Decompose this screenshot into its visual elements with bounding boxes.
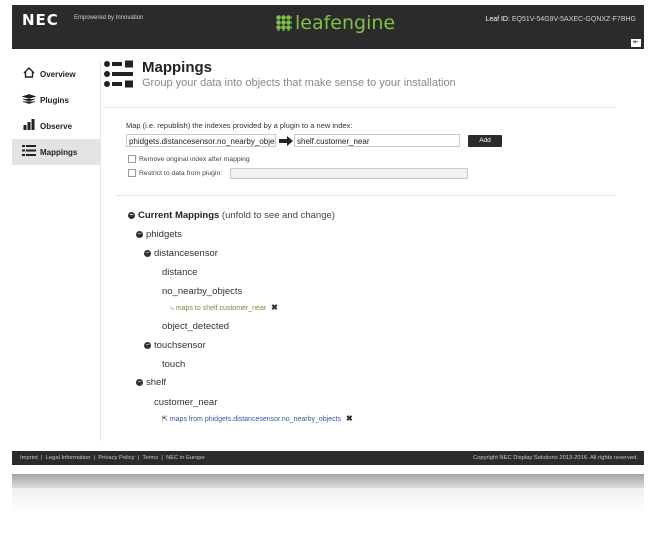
divider (104, 107, 616, 108)
footer-link-imprint[interactable]: Imprint (20, 455, 38, 461)
tree-node-phidgets[interactable]: − phidgets (136, 229, 182, 240)
sidebar-item-label: Plugins (40, 95, 69, 105)
remove-original-checkbox[interactable] (128, 155, 136, 163)
collapse-icon: − (128, 212, 135, 219)
tree-node-label: shelf (146, 377, 167, 388)
leaf-id-label: Leaf ID: (485, 16, 510, 23)
maps-to-prefix: maps to (175, 305, 201, 312)
footer: Imprint | Legal Information | Privacy Po… (12, 451, 644, 465)
sidebar-item-label: Mappings (40, 147, 78, 157)
brand-tagline: Empowered by Innovation (74, 15, 144, 21)
footer-copyright: Copyright NEC Display Solutions 2013-201… (473, 455, 638, 461)
sidebar-item-overview[interactable]: Overview (12, 61, 100, 87)
mappings-icon (104, 60, 136, 88)
mapping-back-arrow-icon: ⇱ (162, 416, 168, 423)
page-header: Mappings Group your data into objects th… (104, 56, 616, 92)
source-index-input[interactable]: phidgets.distancesensor.no_nearby_object… (126, 134, 276, 147)
restrict-plugin-row: Restrict to data from plugin: (128, 169, 222, 177)
form-instruction: Map (i.e. republish) the indexes provide… (126, 121, 353, 130)
current-mappings-heading[interactable]: − Current Mappings (unfold to see and cha… (128, 210, 335, 221)
collapse-icon: − (136, 379, 143, 386)
tree-node-label: phidgets (146, 229, 182, 240)
tree-node-touchsensor[interactable]: − touchsensor (144, 340, 206, 351)
leaf-dots-icon (276, 15, 292, 31)
tree-leaf-no-nearby-objects[interactable]: no_nearby_objects (162, 286, 242, 297)
tree-node-label: distancesensor (154, 248, 218, 259)
sidebar-item-label: Observe (40, 121, 73, 131)
maps-from-prefix: maps from (169, 416, 203, 423)
arrow-right-icon (279, 136, 293, 146)
remove-original-label: Remove original index after mapping (139, 155, 250, 163)
footer-link-terms[interactable]: Terms (142, 455, 158, 461)
restrict-plugin-checkbox[interactable] (128, 169, 136, 177)
mapping-to-entry: ⤷ maps to shelf.customer_near ✖ (170, 303, 278, 313)
remove-mapping-icon[interactable]: ✖ (271, 303, 278, 312)
main-content: Mappings Group your data into objects th… (104, 56, 616, 92)
collapse-icon: − (144, 250, 151, 257)
tree-node-label: touchsensor (154, 340, 206, 351)
logout-icon[interactable]: ⇤ (630, 38, 642, 48)
sidebar-item-mappings[interactable]: Mappings (12, 139, 100, 165)
tree-node-distancesensor[interactable]: − distancesensor (144, 248, 218, 259)
remove-original-row: Remove original index after mapping (128, 155, 250, 163)
top-header: NEC Empowered by Innovation leafengine L… (12, 5, 644, 49)
sidebar-item-label: Overview (40, 69, 76, 79)
footer-links: Imprint | Legal Information | Privacy Po… (20, 455, 205, 461)
footer-link-privacy[interactable]: Privacy Policy (98, 455, 134, 461)
tree-leaf-object-detected[interactable]: object_detected (162, 321, 229, 332)
tree-leaf-distance[interactable]: distance (162, 267, 197, 278)
collapse-icon: − (136, 231, 143, 238)
stack-icon (21, 93, 37, 107)
remove-mapping-icon[interactable]: ✖ (346, 414, 353, 423)
tree-leaf-customer-near[interactable]: customer_near (154, 397, 217, 408)
footer-link-legal[interactable]: Legal Information (46, 455, 91, 461)
nec-logo[interactable]: NEC (22, 11, 59, 29)
sidebar-item-observe[interactable]: Observe (12, 113, 100, 139)
reflection-bar (12, 474, 644, 488)
bar-chart-icon (22, 119, 36, 133)
maps-from-value: phidgets.distancesensor.no_nearby_object… (204, 416, 342, 423)
maps-to-value: shelf.customer_near (202, 305, 267, 312)
current-mappings-hint: (unfold to see and change) (221, 210, 335, 221)
list-icon (22, 145, 36, 159)
sidebar-nav: Overview Plugins Observe Mappings (12, 61, 101, 441)
current-mappings-title: Current Mappings (138, 210, 220, 221)
tree-node-shelf[interactable]: − shelf (136, 377, 166, 388)
home-icon (22, 67, 36, 81)
page-subtitle: Group your data into objects that make s… (142, 77, 456, 89)
divider (116, 195, 616, 196)
add-button[interactable]: Add (468, 135, 502, 147)
restrict-plugin-select[interactable] (230, 168, 468, 179)
mapping-from-entry: ⇱ maps from phidgets.distancesensor.no_n… (162, 414, 353, 423)
tree-leaf-touch[interactable]: touch (162, 359, 185, 370)
sidebar-item-plugins[interactable]: Plugins (12, 87, 100, 113)
leafengine-logo[interactable]: leafengine (276, 12, 395, 34)
leaf-id-value: EQ51V-54G9V-5AXEC-GQNXZ-F7BHG (511, 16, 636, 23)
footer-link-nec-europe[interactable]: NEC in Europe (166, 455, 205, 461)
mapping-arrow-icon: ⤷ (170, 305, 174, 312)
window-reflection (12, 474, 644, 557)
page-title: Mappings (142, 59, 212, 76)
leafengine-logo-text: leafengine (295, 12, 396, 34)
leaf-id: Leaf ID: EQ51V-54G9V-5AXEC-GQNXZ-F7BHG (485, 16, 636, 23)
restrict-plugin-label: Restrict to data from plugin: (139, 169, 223, 177)
collapse-icon: − (144, 342, 151, 349)
target-index-input[interactable]: shelf.customer_near (294, 134, 460, 147)
